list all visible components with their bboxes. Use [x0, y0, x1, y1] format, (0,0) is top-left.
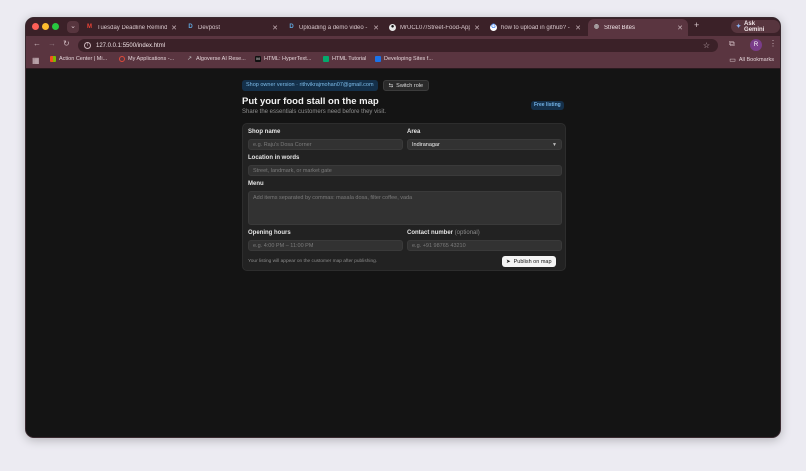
google-icon: G	[490, 24, 497, 31]
bookmark-algoverse[interactable]: ↗ Algoverse AI Rese...	[187, 56, 246, 62]
close-window-button[interactable]	[32, 23, 39, 30]
bookmark-label: Action Center | Mi...	[59, 56, 108, 62]
close-tab-icon[interactable]: ✕	[575, 24, 581, 32]
optional-hint: (optional)	[454, 230, 480, 236]
oracle-icon	[119, 56, 125, 62]
menu-textarea[interactable]	[248, 191, 562, 225]
back-arrow-icon[interactable]: ←	[33, 39, 41, 48]
maximize-window-button[interactable]	[52, 23, 59, 30]
folder-icon: ▭	[729, 57, 736, 64]
github-icon: ●	[389, 24, 396, 31]
tab-title: Tuesday Deadline Reminder |	[97, 24, 168, 31]
tab-title: Uploading a demo video - D	[299, 24, 370, 31]
close-tab-icon[interactable]: ✕	[272, 24, 278, 32]
switch-role-button[interactable]: ⇆ Switch role	[382, 80, 430, 91]
bookmark-label: HTML: HyperText...	[264, 56, 312, 62]
close-tab-icon[interactable]: ✕	[474, 24, 480, 32]
bookmark-action-center[interactable]: Action Center | Mi...	[50, 56, 107, 62]
shop-name-input[interactable]	[248, 139, 403, 150]
close-tab-icon[interactable]: ✕	[677, 24, 683, 32]
opening-hours-label: Opening hours	[248, 230, 291, 236]
contact-number-label: Contact number (optional)	[407, 230, 480, 236]
apps-grid-icon[interactable]: ▦	[32, 56, 40, 65]
tab-title: MrUCL07/Street-Food-App	[400, 24, 471, 31]
close-tab-icon[interactable]: ✕	[373, 24, 379, 32]
minimize-window-button[interactable]	[42, 23, 49, 30]
publish-label: Publish on map	[513, 258, 552, 265]
tab-github[interactable]: ● MrUCL07/Street-Food-App ✕	[384, 19, 485, 36]
all-bookmarks-label: All Bookmarks	[738, 57, 774, 63]
shop-name-label: Shop name	[248, 129, 281, 135]
area-label: Area	[407, 129, 421, 135]
browser-window: ⌄ M Tuesday Deadline Reminder | ✕ D Devp…	[25, 17, 781, 438]
ask-gemini-label: Ask Gemini	[744, 20, 765, 33]
contact-number-input[interactable]	[407, 240, 562, 251]
page-content: Shop owner version · rithvikrajmohan07@g…	[26, 69, 780, 437]
bookmark-label: Developing Sites f...	[384, 56, 433, 62]
publish-button[interactable]: ➤ Publish on map	[502, 256, 556, 267]
w3schools-icon	[323, 56, 329, 62]
tab-strip: ⌄ M Tuesday Deadline Reminder | ✕ D Devp…	[26, 18, 780, 36]
devpost-icon: D	[188, 24, 193, 30]
ask-gemini-button[interactable]: ✦ Ask Gemini	[731, 20, 780, 33]
free-listing-badge: Free listing	[531, 101, 564, 110]
devpost-icon: D	[289, 24, 294, 30]
tab-devpost-upload[interactable]: D Uploading a demo video - D ✕	[283, 19, 384, 36]
bookmark-label: My Applications -...	[128, 56, 175, 62]
tab-search-button[interactable]: ⌄	[67, 21, 79, 33]
location-input[interactable]	[248, 165, 562, 176]
bookmark-developing-sites[interactable]: Developing Sites f...	[375, 56, 433, 62]
gmail-icon: M	[87, 24, 92, 30]
new-tab-button[interactable]: +	[694, 20, 699, 30]
developer-icon	[375, 56, 381, 62]
page-subtitle: Share the essentials customers need befo…	[242, 109, 387, 115]
bookmark-html-tutorial[interactable]: HTML Tutorial	[323, 56, 366, 62]
menu-label: Menu	[248, 181, 264, 187]
role-chip: Shop owner version · rithvikrajmohan07@g…	[242, 80, 378, 91]
gemini-sparkle-icon: ✦	[736, 24, 742, 30]
forward-arrow-icon[interactable]: →	[48, 39, 56, 48]
browser-toolbar: ← → ↻ i 127.0.0.1:5500/index.html ☆ ⧉ R …	[26, 36, 780, 54]
area-selected-value: Indiranagar	[412, 141, 440, 148]
tab-title: Devpost	[198, 24, 221, 31]
tab-title: how to upload in github? - G	[501, 24, 572, 31]
tab-google[interactable]: G how to upload in github? - G ✕	[485, 19, 586, 36]
bookmark-star-icon[interactable]: ☆	[703, 41, 710, 50]
page-title: Put your food stall on the map	[242, 96, 379, 107]
tab-street-bites[interactable]: ◍ Street Bites ✕	[588, 19, 688, 36]
url-text: 127.0.0.1:5500/index.html	[96, 42, 166, 49]
send-icon: ➤	[506, 258, 511, 265]
contact-label-text: Contact number	[407, 230, 454, 236]
location-label: Location in words	[248, 155, 300, 161]
dropdown-caret-icon: ▼	[552, 141, 557, 148]
tab-devpost[interactable]: D Devpost ✕	[182, 19, 283, 36]
tab-title: Street Bites	[604, 24, 636, 31]
globe-icon: ◍	[593, 24, 600, 30]
bookmark-label: Algoverse AI Rese...	[196, 56, 246, 62]
site-info-icon[interactable]: i	[84, 42, 91, 49]
all-bookmarks-button[interactable]: ▭ All Bookmarks	[729, 56, 774, 64]
tab-gmail[interactable]: M Tuesday Deadline Reminder | ✕	[81, 19, 182, 36]
area-select[interactable]: Indiranagar ▼	[407, 139, 562, 150]
close-tab-icon[interactable]: ✕	[171, 24, 177, 32]
listing-form: Shop name Area Indiranagar ▼ Location in…	[242, 123, 566, 271]
bookmark-label: HTML Tutorial	[332, 56, 367, 62]
mdn-icon: M	[255, 56, 261, 62]
bookmark-my-applications[interactable]: My Applications -...	[119, 56, 174, 62]
publish-note: Your listing will appear on the customer…	[248, 259, 378, 264]
microsoft-icon	[50, 56, 56, 62]
switch-role-label: Switch role	[396, 82, 424, 89]
opening-hours-input[interactable]	[248, 240, 403, 251]
more-menu-icon[interactable]: ⋮	[769, 39, 777, 48]
extensions-icon[interactable]: ⧉	[729, 39, 735, 49]
bookmarks-bar: ▦ Action Center | Mi... My Applications …	[26, 54, 780, 69]
bookmark-html-hypertext[interactable]: M HTML: HyperText...	[255, 56, 311, 62]
algoverse-icon: ↗	[187, 56, 193, 62]
role-bar: Shop owner version · rithvikrajmohan07@g…	[242, 80, 430, 91]
swap-icon: ⇆	[388, 82, 394, 89]
reload-icon[interactable]: ↻	[63, 39, 70, 48]
profile-avatar[interactable]: R	[750, 39, 762, 51]
address-bar[interactable]: i 127.0.0.1:5500/index.html ☆	[78, 39, 718, 52]
